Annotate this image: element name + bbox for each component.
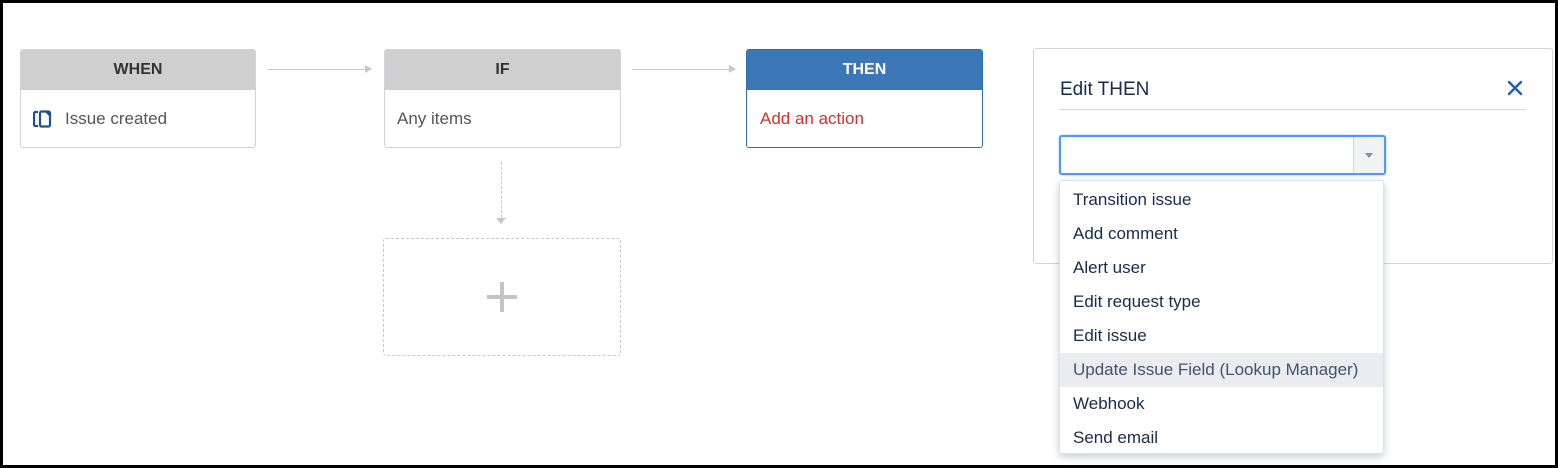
then-header: THEN — [747, 50, 982, 90]
action-dropdown: Transition issue Add comment Alert user … — [1059, 180, 1384, 454]
add-action-link[interactable]: Add an action — [747, 90, 982, 147]
panel-divider — [1060, 109, 1526, 110]
action-select[interactable] — [1059, 135, 1386, 175]
if-condition[interactable]: Any items — [385, 90, 620, 147]
option-webhook[interactable]: Webhook — [1060, 387, 1383, 421]
close-icon[interactable] — [1506, 79, 1524, 97]
option-alert-user[interactable]: Alert user — [1060, 251, 1383, 285]
plus-icon — [485, 280, 519, 314]
option-edit-issue[interactable]: Edit issue — [1060, 319, 1383, 353]
action-select-input[interactable] — [1061, 137, 1371, 173]
when-header: WHEN — [21, 50, 255, 90]
option-send-email[interactable]: Send email — [1060, 421, 1383, 455]
option-add-comment[interactable]: Add comment — [1060, 217, 1383, 251]
chevron-down-icon — [1365, 152, 1373, 158]
option-transition-issue[interactable]: Transition issue — [1060, 183, 1383, 217]
panel-title: Edit THEN — [1060, 79, 1150, 100]
when-trigger[interactable]: Issue created — [21, 90, 255, 147]
option-edit-request-type[interactable]: Edit request type — [1060, 285, 1383, 319]
select-toggle-button[interactable] — [1353, 137, 1384, 173]
when-card[interactable]: WHEN Issue created — [20, 49, 256, 148]
copy-icon — [33, 109, 53, 128]
option-update-issue-field[interactable]: Update Issue Field (Lookup Manager) — [1060, 353, 1383, 387]
when-to-if-arrow — [268, 65, 372, 73]
add-condition-box[interactable] — [383, 238, 621, 356]
if-connector-line — [501, 162, 502, 218]
if-to-then-arrow — [632, 65, 736, 73]
then-card[interactable]: THEN Add an action — [746, 49, 983, 148]
if-connector-arrow — [496, 218, 506, 224]
if-card[interactable]: IF Any items — [384, 49, 621, 148]
when-trigger-label: Issue created — [65, 109, 168, 128]
if-header: IF — [385, 50, 620, 90]
